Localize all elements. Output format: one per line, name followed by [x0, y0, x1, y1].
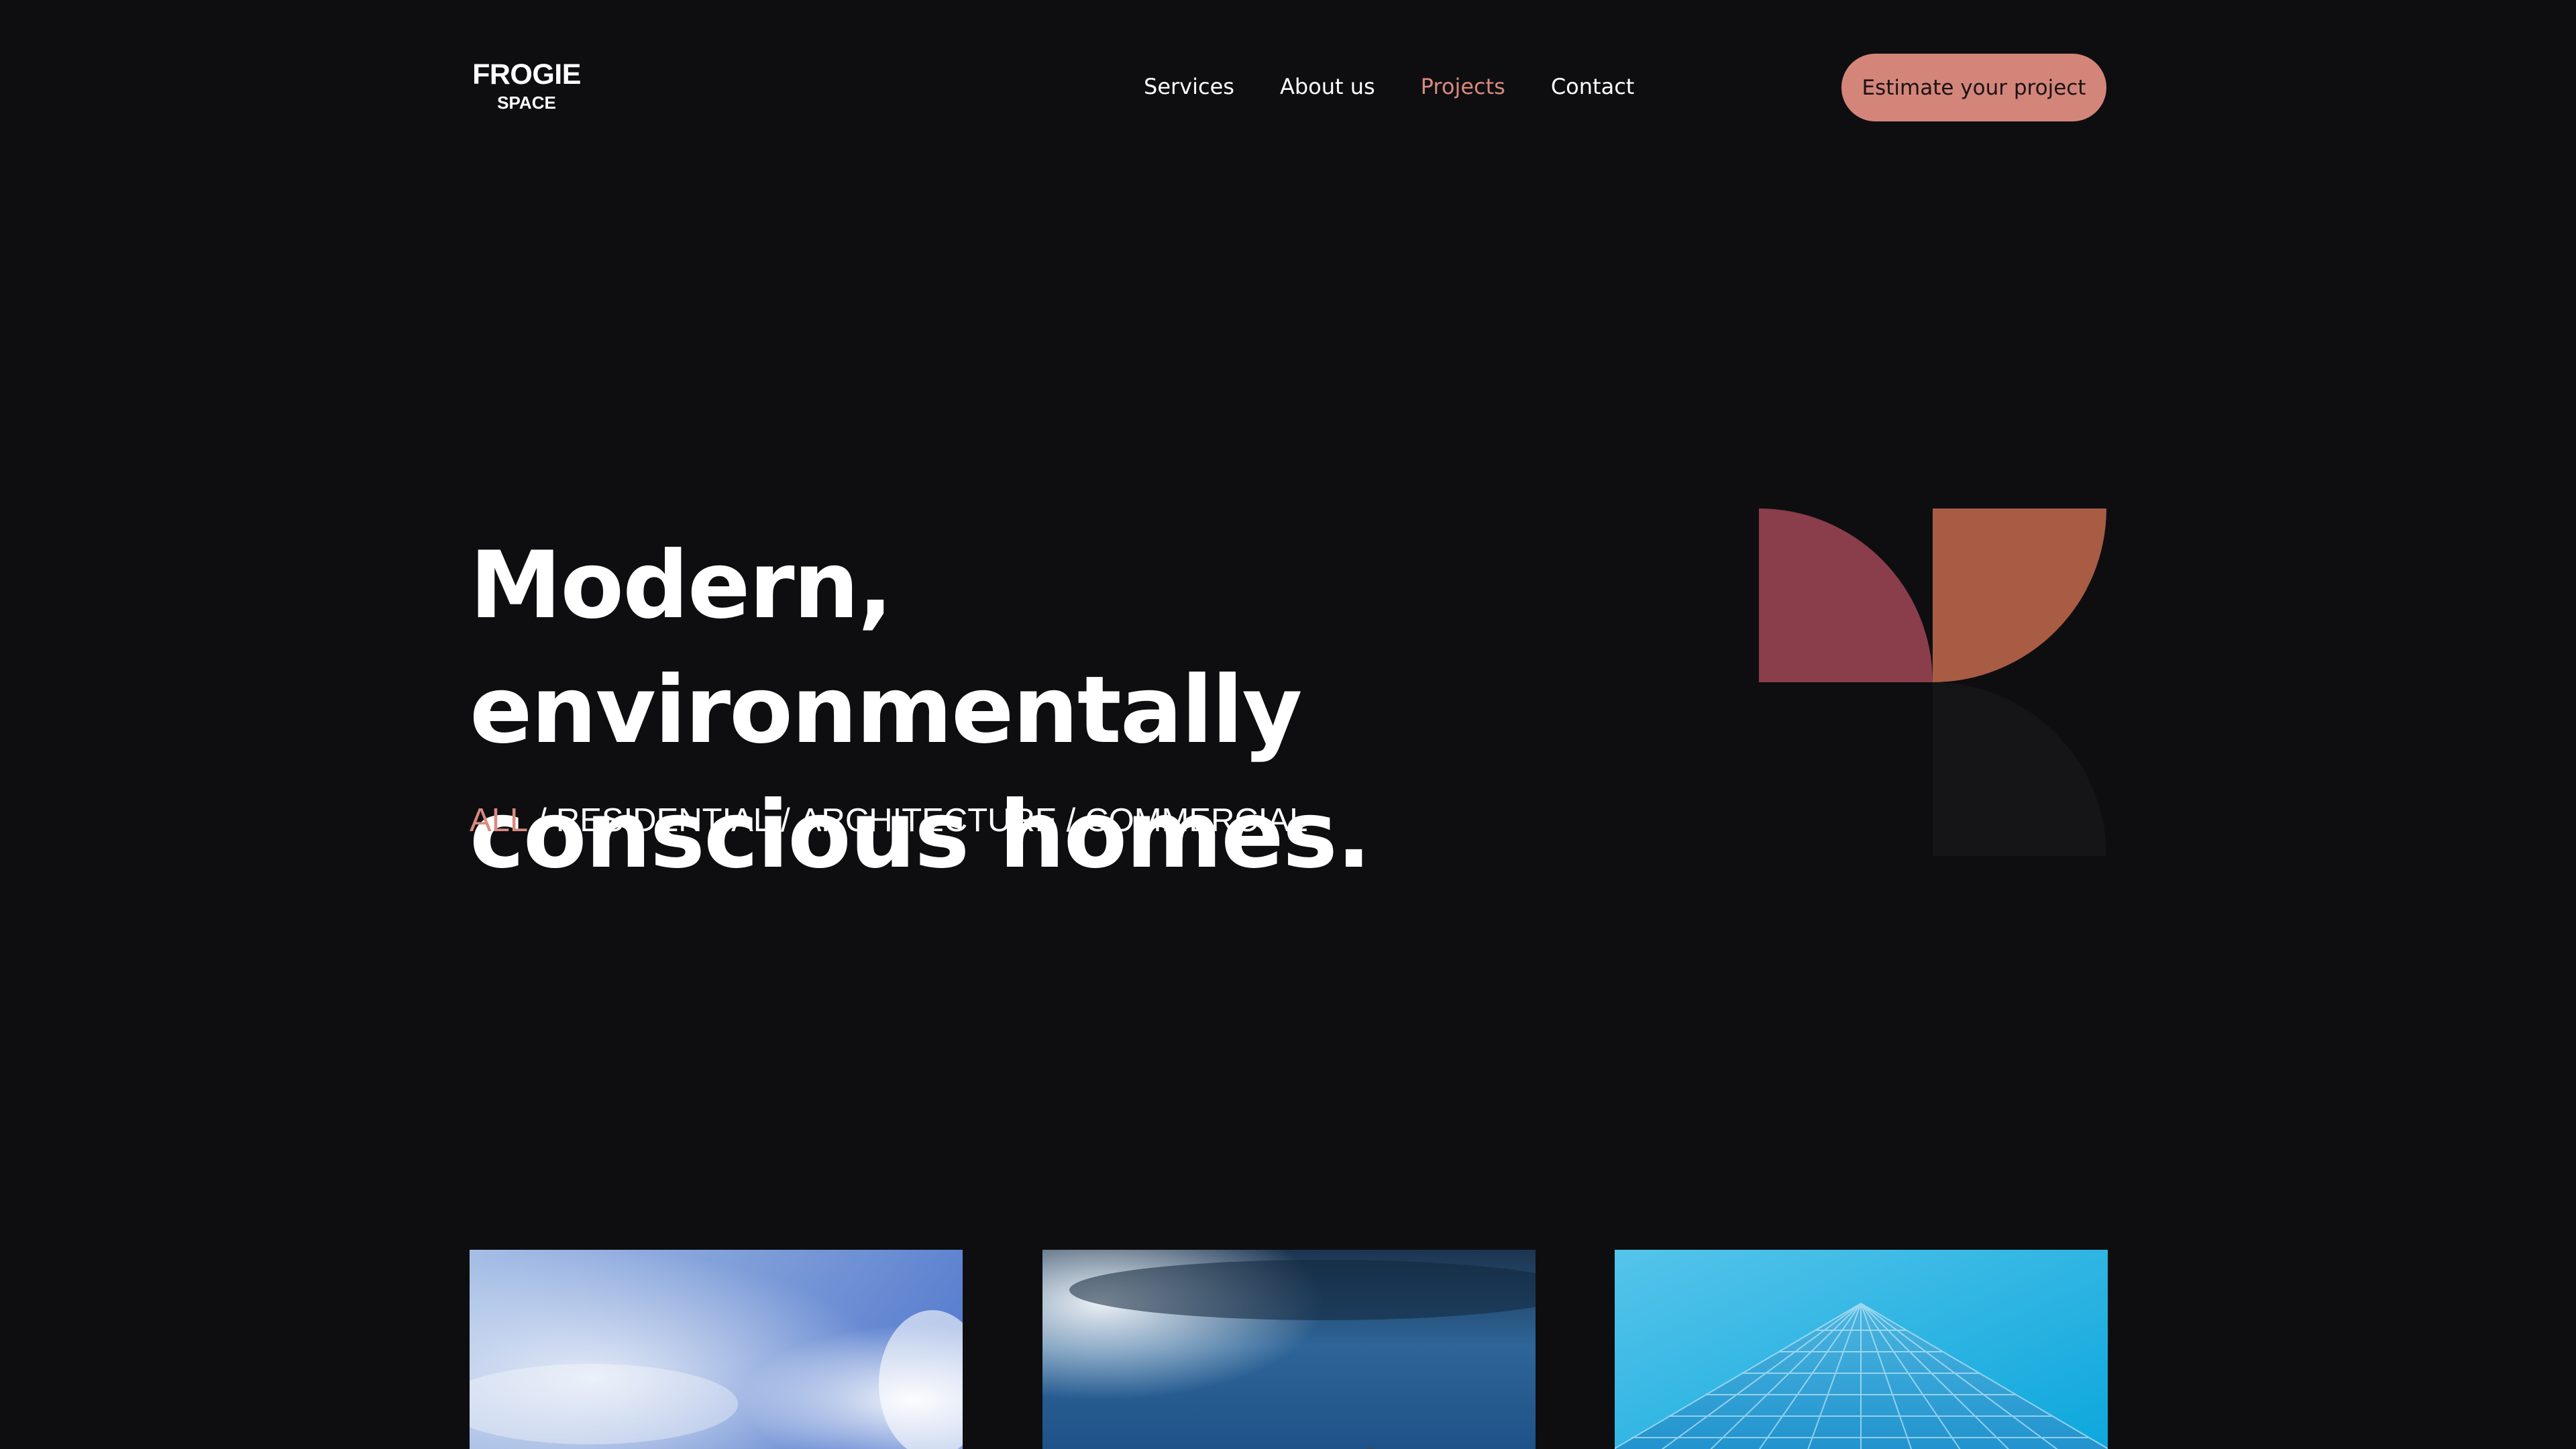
- sky-with-clouds-photo: [470, 1250, 963, 1449]
- nav-services[interactable]: Services: [1144, 74, 1234, 99]
- main-nav: Services About us Projects Contact: [1144, 70, 1634, 103]
- filter-separator: /: [537, 802, 547, 839]
- filter-architecture[interactable]: ARCHITECTURE: [800, 802, 1057, 839]
- filter-separator: /: [781, 802, 790, 839]
- filter-all[interactable]: ALL: [470, 802, 528, 839]
- logo-line2: SPACE: [497, 93, 556, 113]
- project-card-2[interactable]: [1042, 1250, 1536, 1449]
- page: FROGIE SPACE Services About us Projects …: [0, 0, 2576, 1449]
- glass-skyscraper-photo: [1615, 1250, 2108, 1449]
- nav-contact[interactable]: Contact: [1551, 74, 1635, 99]
- filter-commercial[interactable]: COMMERCIAL: [1085, 802, 1307, 839]
- logo-line1: FROGIE: [472, 58, 581, 91]
- quarter-circle-dark-shape: [1933, 682, 2106, 856]
- blue-sky-storm-photo: [1042, 1250, 1536, 1449]
- logo[interactable]: FROGIE SPACE: [470, 59, 584, 113]
- project-card-3[interactable]: [1615, 1250, 2108, 1449]
- project-card-1[interactable]: [470, 1250, 963, 1449]
- estimate-project-button[interactable]: Estimate your project: [1841, 54, 2106, 121]
- hero-title-line1: Modern, environmentally: [470, 531, 1302, 764]
- quarter-circle-crimson-shape: [1759, 508, 1933, 682]
- nav-projects[interactable]: Projects: [1421, 74, 1505, 99]
- nav-about-us[interactable]: About us: [1280, 74, 1375, 99]
- quarter-circle-rust-shape: [1933, 508, 2106, 682]
- project-filters: ALL / RESIDENTIAL / ARCHITECTURE / COMME…: [470, 797, 1307, 844]
- decorative-shapes: [1759, 508, 2106, 856]
- filter-residential[interactable]: RESIDENTIAL: [556, 802, 771, 839]
- filter-separator: /: [1066, 802, 1076, 839]
